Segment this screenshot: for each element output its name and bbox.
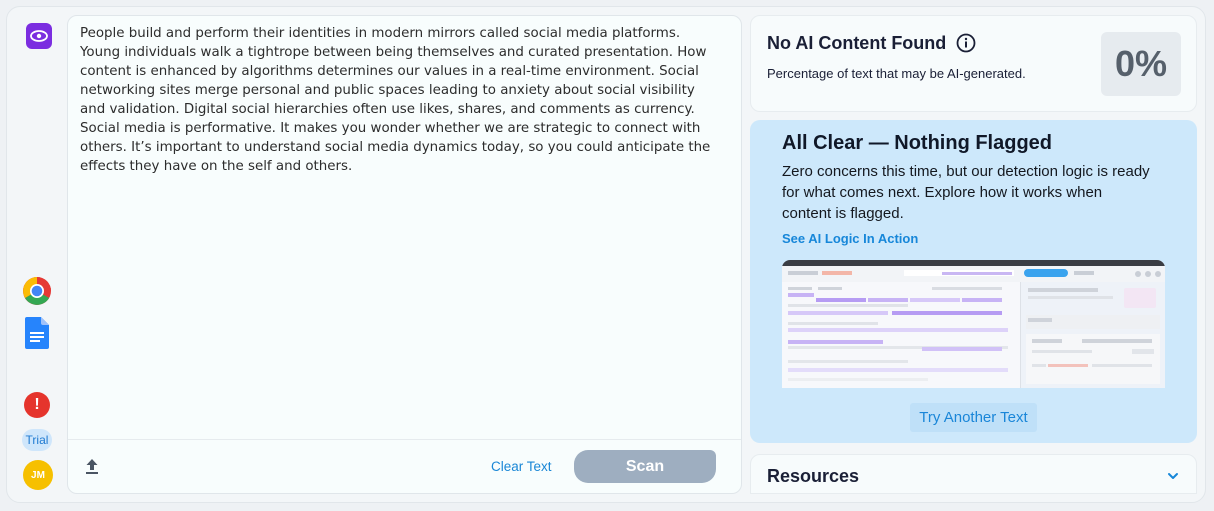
result-card: No AI Content Found Percentage of text t… (750, 15, 1197, 112)
all-clear-panel: All Clear — Nothing Flagged Zero concern… (750, 120, 1197, 443)
alert-icon[interactable]: ! (24, 392, 50, 418)
info-icon[interactable] (956, 33, 976, 53)
user-avatar[interactable]: JM (23, 460, 53, 490)
scan-button[interactable]: Scan (574, 450, 716, 483)
alert-glyph: ! (34, 396, 40, 413)
editor-footer: Clear Text Scan (68, 439, 741, 493)
chevron-down-icon[interactable] (1166, 469, 1180, 483)
see-ai-logic-link[interactable]: See AI Logic In Action (782, 231, 918, 246)
try-another-text-button[interactable]: Try Another Text (910, 403, 1037, 432)
google-docs-icon[interactable] (22, 317, 52, 349)
resources-title: Resources (767, 466, 860, 486)
all-clear-body: Zero concerns this time, but our detecti… (782, 163, 1150, 222)
result-title: No AI Content Found (767, 33, 947, 53)
ai-logic-preview-image (782, 260, 1165, 388)
text-editor[interactable]: People build and perform their identitie… (67, 15, 742, 494)
ai-percentage: 0% (1101, 32, 1181, 96)
left-rail: ! Trial JM (14, 14, 58, 494)
app-logo-icon[interactable] (26, 23, 52, 49)
clear-text-button[interactable]: Clear Text (491, 459, 552, 474)
upload-icon[interactable] (82, 456, 102, 476)
trial-badge[interactable]: Trial (22, 429, 52, 451)
result-subtitle: Percentage of text that may be AI-genera… (767, 66, 1026, 81)
resources-section[interactable]: Resources (750, 454, 1197, 494)
all-clear-title: All Clear — Nothing Flagged (782, 132, 1053, 154)
chrome-extension-icon[interactable] (22, 276, 52, 306)
editor-text[interactable]: People build and perform their identitie… (80, 24, 720, 176)
